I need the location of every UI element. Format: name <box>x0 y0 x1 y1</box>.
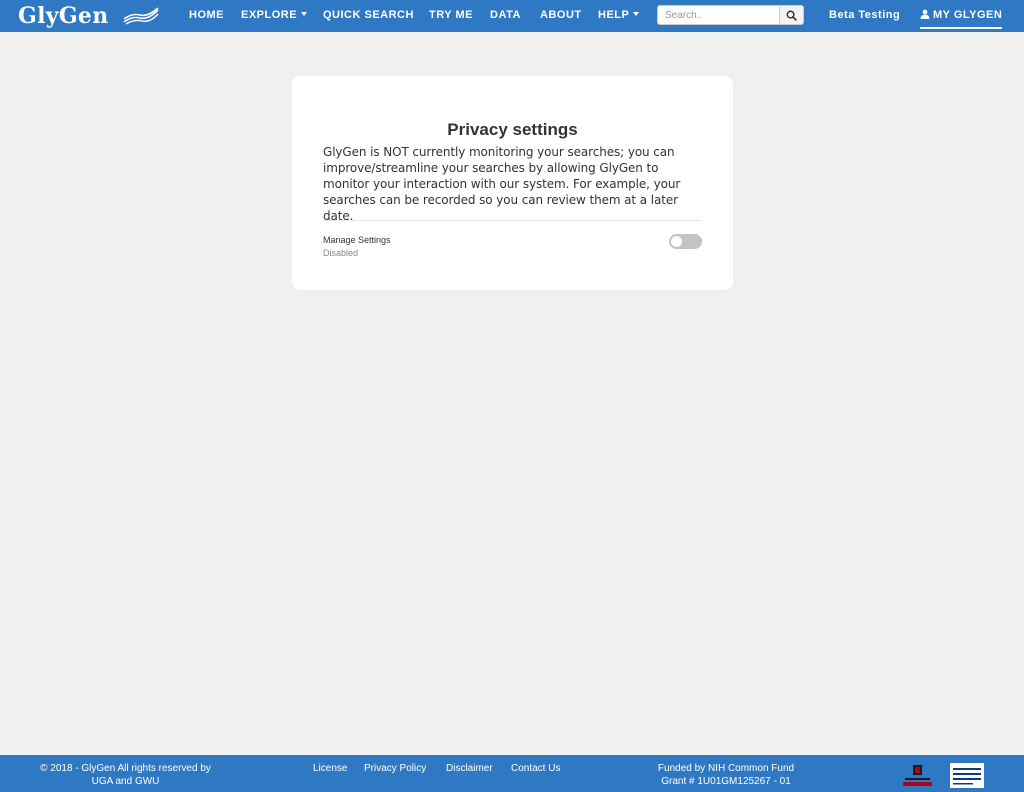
nav-help[interactable]: HELP <box>598 0 640 32</box>
nav-try-me-label: TRY ME <box>429 9 473 21</box>
top-navbar: GlyGen HOME EXPLORE QUICK SEARCH TRY ME … <box>0 0 1024 32</box>
nav-search <box>657 5 804 25</box>
nav-beta-label: Beta Testing <box>829 9 901 21</box>
uga-logo[interactable] <box>901 764 934 788</box>
funding-line-1: Funded by NIH Common Fund <box>657 763 795 774</box>
page-title: Privacy settings <box>447 120 578 139</box>
toggle-knob <box>671 236 682 247</box>
nav-help-label: HELP <box>598 9 630 21</box>
nav-data[interactable]: DATA <box>490 0 521 32</box>
nav-explore[interactable]: EXPLORE <box>241 0 308 32</box>
nav-my-glygen[interactable]: MY GLYGEN <box>920 0 1003 29</box>
manage-settings-status: Disabled <box>323 248 359 258</box>
caret-down-icon <box>301 12 308 16</box>
nav-home[interactable]: HOME <box>189 0 224 32</box>
gwu-logo[interactable] <box>950 763 984 788</box>
nav-quick-search-label: QUICK SEARCH <box>323 9 414 21</box>
nav-about-label: ABOUT <box>540 9 582 21</box>
footer-link-contact-us[interactable]: Contact Us <box>511 762 560 775</box>
nav-beta-testing[interactable]: Beta Testing <box>829 0 900 32</box>
manage-settings-toggle[interactable] <box>669 234 702 249</box>
footer-link-license[interactable]: License <box>313 762 347 775</box>
funding-line-2: Grant # 1U01GM125267 - 01 <box>661 776 791 787</box>
manage-settings-label: Manage Settings <box>323 235 391 245</box>
nav-home-label: HOME <box>189 9 224 21</box>
divider <box>323 220 702 221</box>
nav-explore-label: EXPLORE <box>241 9 298 21</box>
search-icon <box>786 10 797 21</box>
nav-data-label: DATA <box>490 9 521 21</box>
footer-copyright: © 2018 - GlyGen All rights reserved by U… <box>40 763 211 787</box>
brand-logo[interactable]: GlyGen <box>18 2 159 30</box>
brand-name: GlyGen <box>18 3 109 29</box>
privacy-description: GlyGen is NOT currently monitoring your … <box>323 145 681 223</box>
search-input[interactable] <box>657 5 779 25</box>
footer: © 2018 - GlyGen All rights reserved by U… <box>0 755 1024 792</box>
caret-down-icon <box>633 12 640 16</box>
search-button[interactable] <box>779 5 804 25</box>
footer-link-disclaimer[interactable]: Disclaimer <box>446 762 493 775</box>
nav-quick-search[interactable]: QUICK SEARCH <box>323 0 414 32</box>
nav-about[interactable]: ABOUT <box>540 0 582 32</box>
waves-icon <box>123 7 159 25</box>
nav-my-glygen-label: MY GLYGEN <box>933 9 1003 21</box>
user-icon <box>920 9 930 19</box>
footer-link-privacy-policy[interactable]: Privacy Policy <box>364 762 426 775</box>
privacy-settings-card: Privacy settings GlyGen is NOT currently… <box>292 76 733 290</box>
nav-try-me[interactable]: TRY ME <box>429 0 473 32</box>
footer-funding: Funded by NIH Common Fund Grant # 1U01GM… <box>650 762 802 788</box>
